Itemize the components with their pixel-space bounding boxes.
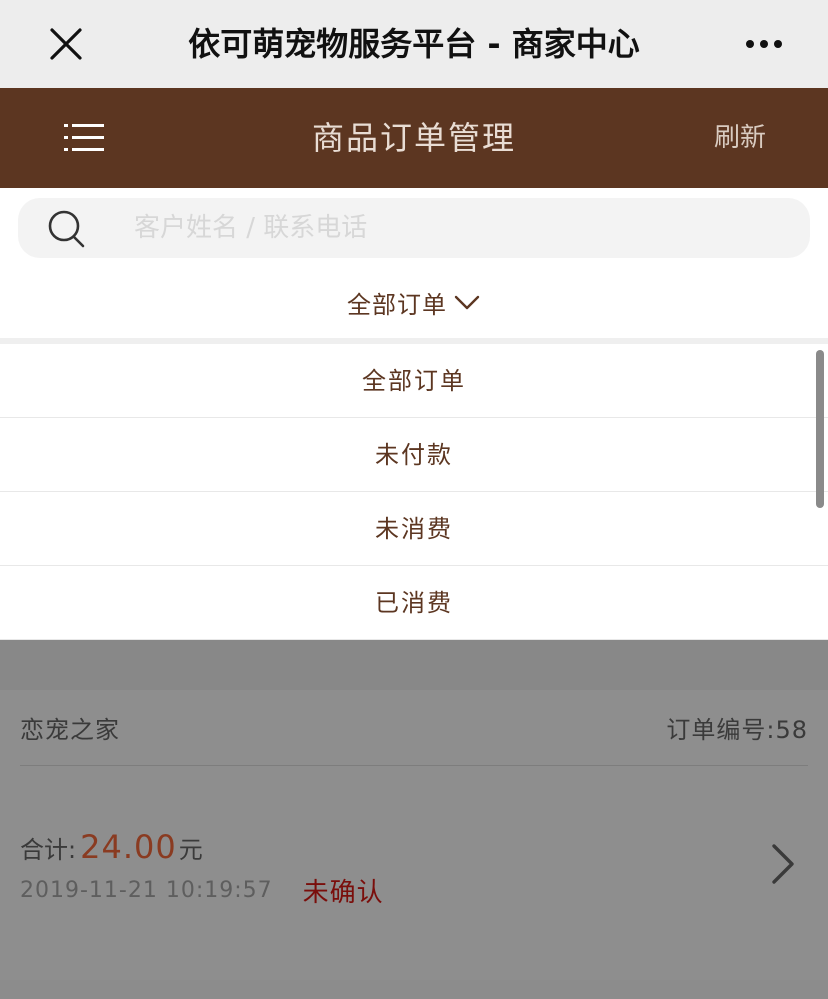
order-filter-dropdown: 全部订单 未付款 未消费 已消费 xyxy=(0,344,828,640)
filter-option-unpaid[interactable]: 未付款 xyxy=(0,418,828,492)
menu-icon[interactable] xyxy=(58,116,110,160)
order-card-body: 合计: 24.00 元 2019-11-21 10:19:57 未确认 xyxy=(20,766,808,980)
shop-name: 恋宠之家 xyxy=(20,716,120,744)
order-number: 订单编号:58 xyxy=(666,716,808,744)
filter-option-all[interactable]: 全部订单 xyxy=(0,344,828,418)
app-header: 商品订单管理 刷新 xyxy=(0,88,828,188)
order-time: 2019-11-21 10:19:57 xyxy=(20,877,273,903)
total-label: 合计: xyxy=(20,836,77,864)
filter-selected-label: 全部订单 xyxy=(347,290,447,319)
search-bar xyxy=(18,198,810,258)
search-icon xyxy=(46,208,88,250)
currency-label: 元 xyxy=(178,836,203,864)
refresh-button[interactable]: 刷新 xyxy=(714,88,766,188)
search-input[interactable] xyxy=(134,204,784,252)
chevron-right-icon[interactable] xyxy=(768,842,798,886)
chevron-down-icon xyxy=(454,295,480,310)
filter-option-unconsumed[interactable]: 未消费 xyxy=(0,492,828,566)
wechat-title-bar: 依可萌宠物服务平台 - 商家中心 xyxy=(0,0,828,88)
order-list-overlay[interactable]: 恋宠之家 订单编号:58 合计: 24.00 元 2019-11-21 10:1… xyxy=(0,640,828,999)
close-icon[interactable] xyxy=(44,22,88,66)
order-meta: 2019-11-21 10:19:57 未确认 xyxy=(20,870,384,910)
list-spacer xyxy=(0,640,828,690)
filter-option-consumed[interactable]: 已消费 xyxy=(0,566,828,640)
order-card[interactable]: 恋宠之家 订单编号:58 合计: 24.00 元 2019-11-21 10:1… xyxy=(0,690,828,980)
order-filter-toggle[interactable]: 全部订单 xyxy=(0,266,828,338)
dropdown-scrollbar[interactable] xyxy=(816,350,824,508)
wechat-page-title: 依可萌宠物服务平台 - 商家中心 xyxy=(188,25,640,63)
order-card-header: 恋宠之家 订单编号:58 xyxy=(20,690,808,766)
status-badge: 未确认 xyxy=(302,877,384,908)
page-title: 商品订单管理 xyxy=(311,119,516,157)
total-amount: 24.00 xyxy=(80,828,177,866)
more-icon[interactable] xyxy=(740,22,788,66)
